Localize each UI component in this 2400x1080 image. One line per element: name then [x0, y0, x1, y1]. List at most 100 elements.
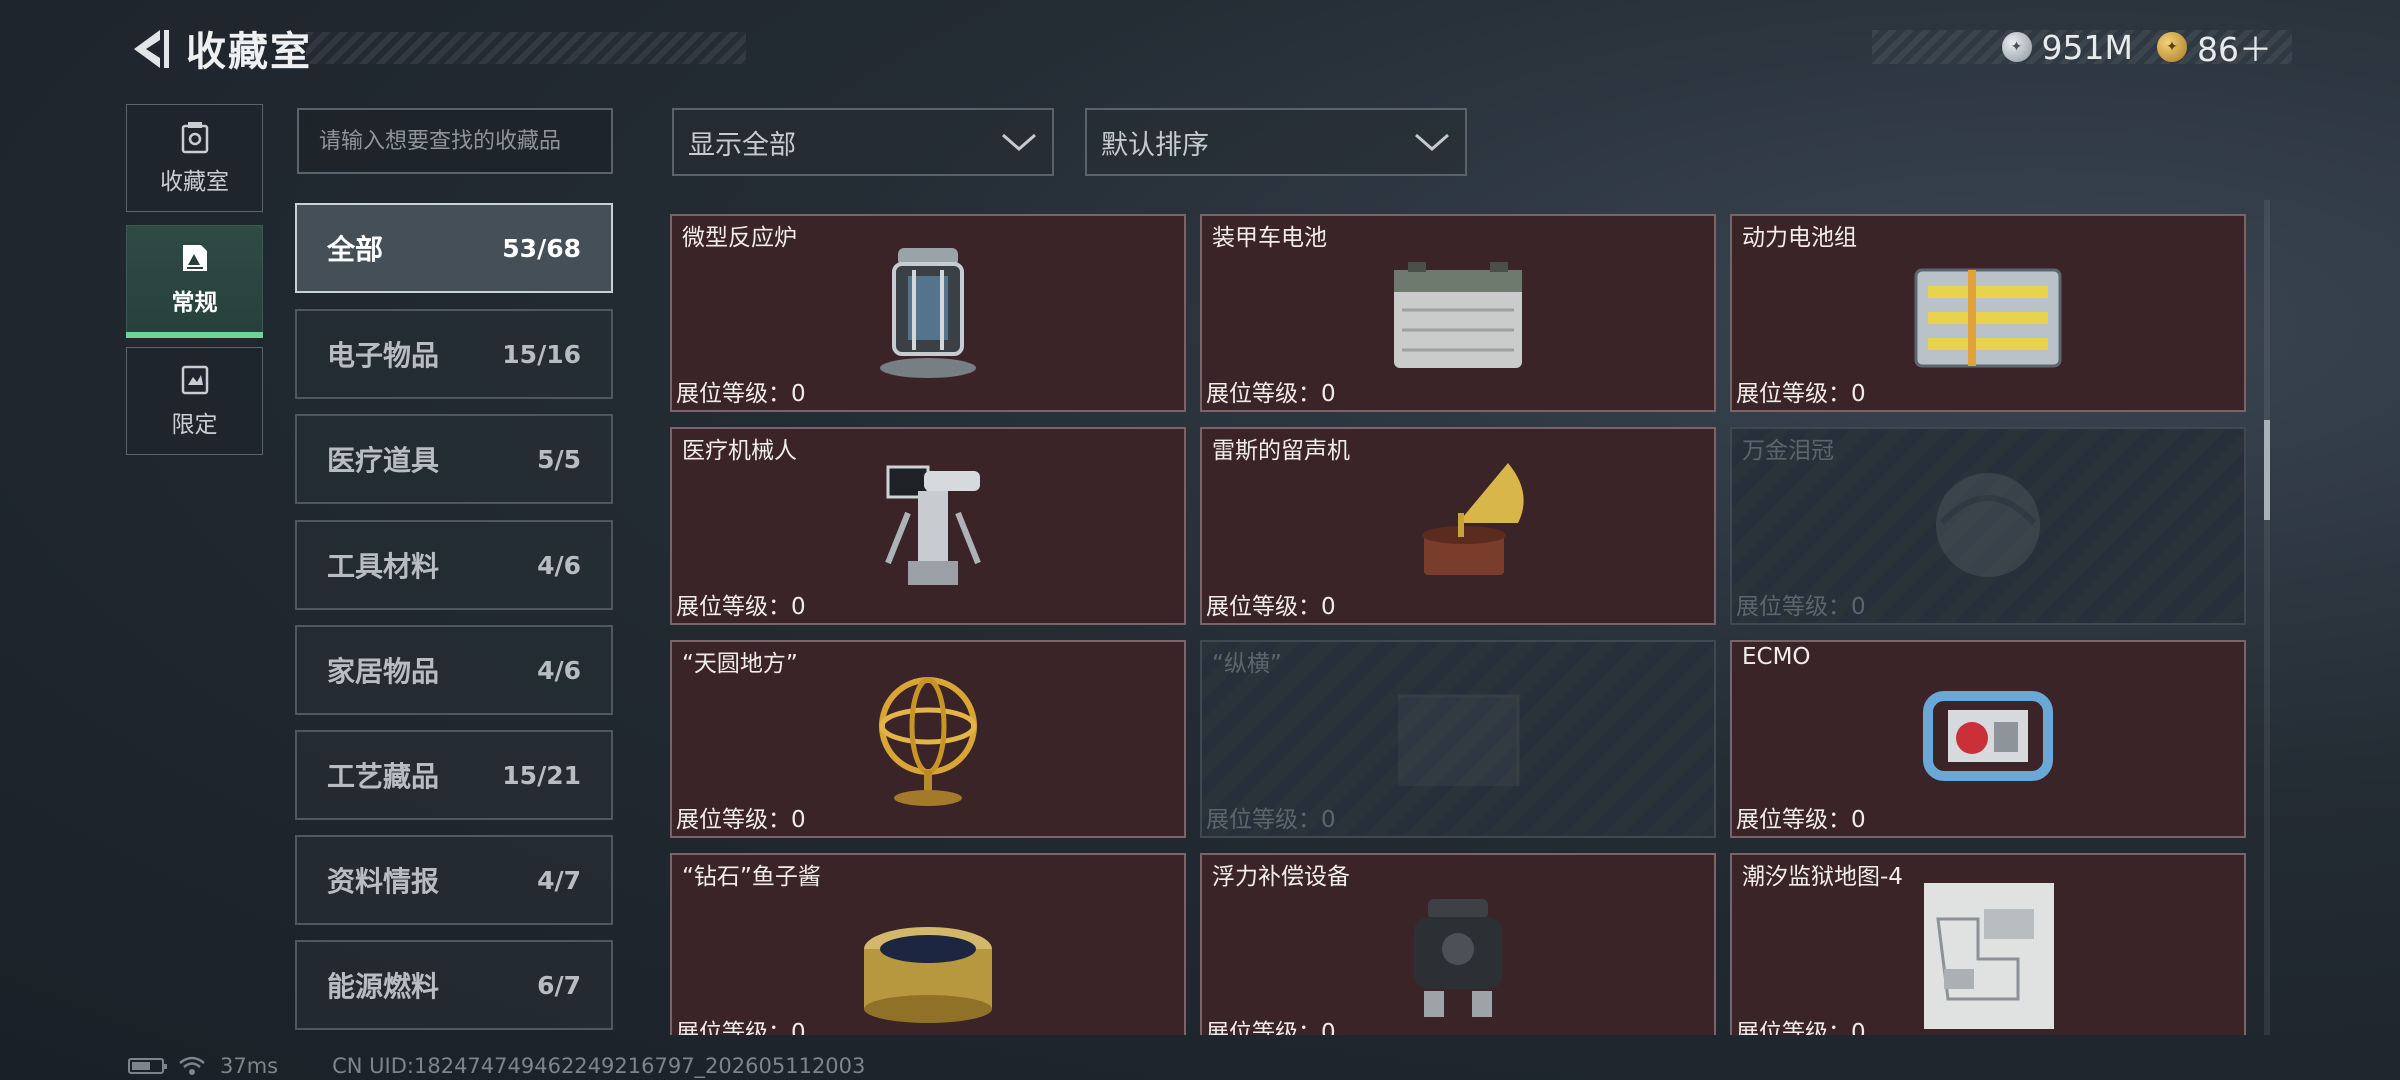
collection-item-card[interactable]: “纵横” 展位等级：0 [1200, 640, 1716, 838]
category-name: 工艺藏品 [327, 760, 440, 793]
category-name: 全部 [327, 233, 384, 266]
category-energy[interactable]: 能源燃料 6/7 [295, 940, 613, 1030]
collection-item-card[interactable]: 动力电池组展位等级：0 [1730, 214, 2246, 412]
battery-icon [128, 1058, 167, 1074]
item-level-label: 展位等级： [1206, 807, 1321, 833]
caviar-item-image [864, 927, 992, 1023]
collection-item-card[interactable]: ECMO 展位等级：0 [1730, 640, 2246, 838]
side-tab-limited[interactable]: 限定 [126, 347, 263, 455]
chevron-down-icon [1002, 133, 1036, 151]
gramophone-item-image [1422, 463, 1524, 575]
item-level: 展位等级：0 [1206, 587, 1336, 621]
category-household[interactable]: 家居物品 4/6 [295, 625, 613, 715]
currency-bar: ✦ 951M ✦ 86＋ [1871, 27, 2292, 69]
category-name: 资料情报 [327, 865, 440, 898]
category-electronics[interactable]: 电子物品 15/16 [295, 309, 613, 399]
map-item-image [1924, 883, 2054, 1029]
title-decoration [306, 32, 746, 64]
collection-item-card[interactable]: 微型反应炉展位等级：0 [670, 214, 1186, 412]
item-name: “天圆地方” [682, 651, 798, 677]
grid-scrollbar[interactable] [2264, 200, 2270, 1035]
side-tab-regular[interactable]: 常规 [126, 225, 263, 338]
silver-currency-value: 951M [2041, 27, 2133, 67]
collection-item-card[interactable]: 浮力补偿设备展位等级：0 [1200, 853, 1716, 1035]
collection-grid[interactable]: 展位等级：0展位等级：0展位等级：0微型反应炉展位等级：0装甲车电池展位等级：0… [670, 200, 2260, 1035]
item-level: 展位等级：0 [676, 587, 806, 621]
item-level: 展位等级：0 [1736, 800, 1866, 834]
item-level: 展位等级：0 [676, 374, 806, 408]
scrollbar-thumb[interactable] [2264, 420, 2270, 520]
side-tab-collection-room[interactable]: 收藏室 [126, 104, 263, 212]
collection-item-card[interactable]: 雷斯的留声机 展位等级：0 [1200, 427, 1716, 625]
item-level-value: 0 [1321, 807, 1336, 833]
item-level-label: 展位等级： [1736, 807, 1851, 833]
back-arrow-icon[interactable] [126, 26, 172, 72]
battery-pack-item-image [1914, 268, 2062, 368]
display-filter-value: 显示全部 [688, 129, 796, 161]
collection-item-card[interactable]: “天圆地方” 展位等级：0 [670, 640, 1186, 838]
category-crafts[interactable]: 工艺藏品 15/21 [295, 730, 613, 820]
sort-dropdown[interactable]: 默认排序 [1085, 108, 1467, 176]
item-name: 万金泪冠 [1742, 438, 1834, 464]
bcd-item-image [1414, 899, 1502, 1017]
item-name: 微型反应炉 [682, 225, 797, 251]
item-level: 展位等级：0 [676, 1013, 806, 1035]
silver-coin-icon: ✦ [2001, 32, 2032, 62]
collection-item-card[interactable]: “钻石”鱼子酱展位等级：0 [670, 853, 1186, 1035]
reactor-item-image [880, 248, 976, 378]
limited-icon [181, 365, 208, 395]
item-name: 浮力补偿设备 [1212, 864, 1350, 890]
category-all[interactable]: 全部 53/68 [295, 203, 613, 293]
gold-coin-icon: ✦ [2157, 32, 2187, 62]
item-level-value: 0 [1851, 594, 1866, 620]
category-count: 4/6 [537, 655, 581, 685]
item-level-value: 0 [791, 1020, 806, 1035]
item-name: 装甲车电池 [1212, 225, 1327, 251]
category-intel[interactable]: 资料情报 4/7 [295, 835, 613, 925]
display-filter-dropdown[interactable]: 显示全部 [672, 108, 1054, 176]
category-medical[interactable]: 医疗道具 5/5 [295, 414, 613, 504]
item-level: 展位等级：0 [1206, 1013, 1336, 1035]
category-name: 电子物品 [327, 339, 440, 372]
collection-item-card[interactable]: 万金泪冠展位等级：0 [1730, 427, 2246, 625]
ecmo-item-image [1923, 691, 2053, 781]
robot-item-image [885, 465, 981, 585]
wifi-icon [179, 1056, 205, 1075]
page-title: 收藏室 [186, 29, 312, 75]
collection-item-card[interactable]: 医疗机械人展位等级：0 [670, 427, 1186, 625]
item-name: 医疗机械人 [682, 438, 797, 464]
item-level-value: 0 [791, 381, 806, 407]
item-level-label: 展位等级： [1736, 381, 1851, 407]
item-level: 展位等级：0 [1736, 1013, 1866, 1035]
armillary-item-image [879, 677, 977, 806]
category-tools[interactable]: 工具材料 4/6 [295, 520, 613, 610]
collection-item-card[interactable]: 装甲车电池 展位等级：0 [1200, 214, 1716, 412]
sort-value: 默认排序 [1101, 129, 1209, 161]
category-name: 家居物品 [327, 655, 440, 688]
item-level: 展位等级：0 [676, 800, 806, 834]
collection-room-icon [181, 122, 208, 154]
item-level-label: 展位等级： [1206, 381, 1321, 407]
item-level: 展位等级：0 [1736, 587, 1866, 621]
item-level-label: 展位等级： [676, 1020, 791, 1035]
item-level: 展位等级：0 [1206, 800, 1336, 834]
status-bar: 37ms CN UID:1824747494622492167​97_20260… [128, 1052, 865, 1080]
gold-currency-value[interactable]: 86＋ [2197, 23, 2272, 71]
category-count: 5/5 [537, 444, 581, 474]
category-name: 工具材料 [327, 550, 440, 583]
item-level-value: 0 [791, 807, 806, 833]
category-count: 4/6 [537, 550, 581, 580]
category-count: 15/16 [502, 339, 581, 369]
item-name: 潮汐监狱地图-4 [1742, 864, 1903, 890]
item-name: 动力电池组 [1742, 225, 1857, 251]
item-name: “钻石”鱼子酱 [682, 864, 821, 890]
item-level-value: 0 [1851, 1020, 1866, 1035]
regular-icon [182, 245, 207, 271]
collection-item-card[interactable]: 潮汐监狱地图-4 展位等级：0 [1730, 853, 2246, 1035]
item-level-value: 0 [1851, 381, 1866, 407]
category-count: 53/68 [502, 233, 581, 263]
search-input[interactable] [297, 108, 613, 174]
item-level-label: 展位等级： [676, 807, 791, 833]
side-tab-label: 限定 [171, 412, 218, 438]
category-count: 15/21 [502, 760, 581, 790]
